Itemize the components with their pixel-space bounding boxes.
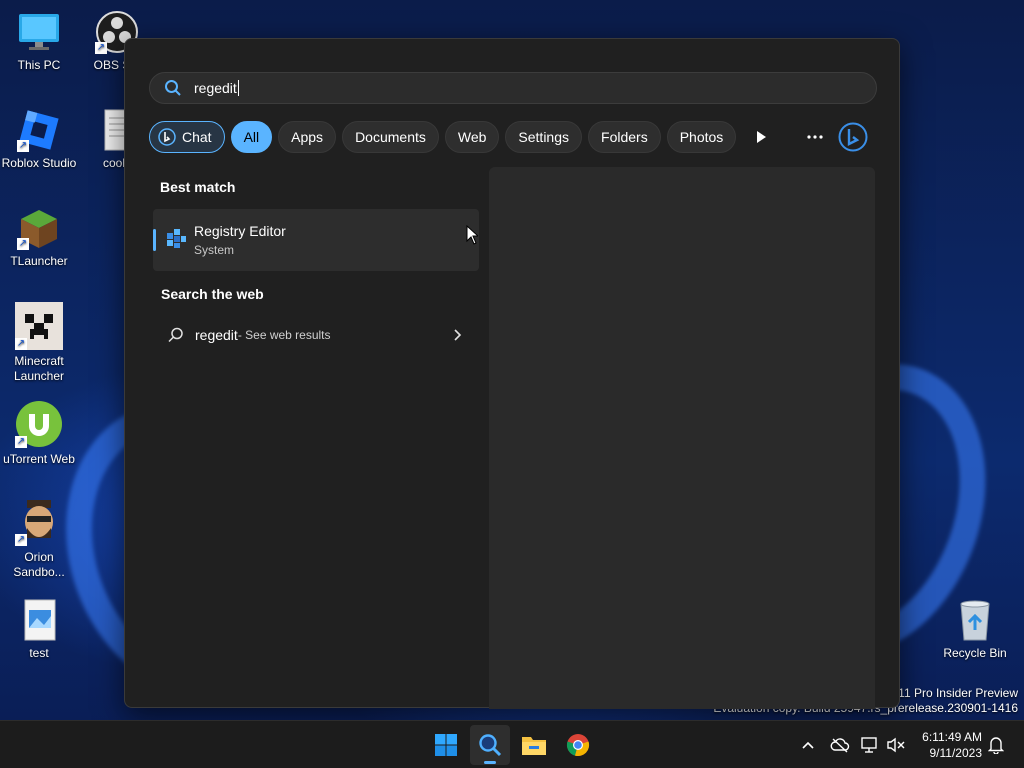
desktop-icon-label: uTorrent Web (3, 452, 75, 466)
filter-chip-label: Settings (518, 129, 570, 145)
desktop-icon-tlauncher[interactable]: ↗ TLauncher (0, 206, 78, 268)
search-icon (167, 326, 185, 344)
volume-tray-button[interactable] (886, 735, 906, 755)
recycle-bin-icon (953, 598, 997, 642)
selection-accent (153, 229, 156, 251)
clock-time: 6:11:49 AM (922, 730, 982, 744)
filter-chip-label: Folders (601, 129, 648, 145)
taskbar-search-button[interactable] (470, 725, 510, 765)
bing-icon (158, 128, 176, 146)
text-caret (237, 80, 239, 96)
windows-logo-icon (435, 734, 457, 756)
search-web-heading: Search the web (161, 286, 264, 302)
shortcut-arrow-icon: ↗ (17, 140, 29, 152)
desktop-icon-this-pc[interactable]: This PC (0, 10, 78, 72)
ellipsis-icon (807, 135, 823, 139)
shortcut-arrow-icon: ↗ (95, 42, 107, 54)
monitor-icon (17, 10, 61, 54)
filter-chip-photos[interactable]: Photos (666, 121, 737, 153)
orion-sandbox-icon: ↗ (15, 498, 63, 546)
image-file-icon (17, 598, 61, 642)
filter-chips: Chat All Apps Documents Web Settings Fol… (149, 121, 737, 153)
more-filters-button[interactable] (745, 121, 777, 153)
speaker-muted-icon (887, 737, 905, 753)
roblox-studio-icon: ↗ (17, 108, 61, 152)
filter-chip-folders[interactable]: Folders (588, 121, 661, 153)
taskbar: 6:11:49 AM 9/11/2023 (0, 720, 1024, 768)
filter-chip-apps[interactable]: Apps (278, 121, 337, 153)
active-indicator (484, 761, 496, 764)
bing-logo-icon (838, 122, 868, 152)
taskbar-chrome[interactable] (558, 725, 598, 765)
chevron-right-icon[interactable] (453, 327, 463, 343)
desktop-icon-label: This PC (17, 58, 61, 72)
desktop-icon-utorrent-web[interactable]: ↗ uTorrent Web (0, 400, 78, 466)
clock-date: 9/11/2023 (929, 746, 983, 760)
taskbar-clock[interactable]: 6:11:49 AM 9/11/2023 (922, 729, 982, 761)
result-web-search[interactable]: regedit - See web results (153, 319, 479, 351)
filter-chip-web[interactable]: Web (444, 121, 500, 153)
watermark-edition: s 11 Pro Insider Preview (888, 686, 1018, 700)
play-icon (757, 131, 766, 143)
filter-chip-label: All (243, 129, 260, 145)
taskbar-file-explorer[interactable] (514, 725, 554, 765)
filter-chip-settings[interactable]: Settings (505, 121, 583, 153)
search-box[interactable]: regedit (149, 72, 877, 104)
network-tray-button[interactable] (860, 735, 880, 755)
search-icon (479, 734, 502, 757)
shortcut-arrow-icon: ↗ (15, 338, 27, 350)
desktop-icon-label: test (29, 646, 49, 660)
desktop-icon-test[interactable]: test (0, 598, 78, 660)
utorrent-icon: ↗ (15, 400, 63, 448)
creeper-icon: ↗ (15, 302, 63, 350)
filter-chip-all[interactable]: All (230, 121, 273, 153)
network-icon (861, 737, 877, 753)
web-search-term: regedit (195, 327, 238, 343)
notifications-button[interactable] (986, 735, 1006, 755)
start-button[interactable] (426, 725, 466, 765)
bing-button[interactable] (837, 121, 869, 153)
bell-icon (988, 737, 1004, 754)
desktop-icon-minecraft-launcher[interactable]: ↗ Minecraft Launcher (0, 302, 78, 384)
start-search-panel: regedit Chat All Apps Documents Web Sett… (124, 38, 900, 709)
result-registry-editor[interactable]: Registry Editor System (153, 209, 479, 271)
search-icon (164, 79, 182, 97)
desktop-icon-orion-sandbox[interactable]: ↗ Orion Sandbo... (0, 498, 78, 580)
web-search-hint: - See web results (237, 328, 331, 342)
shortcut-arrow-icon: ↗ (17, 238, 29, 250)
filter-chip-label: Apps (291, 129, 324, 145)
desktop-icon-label: TLauncher (10, 254, 68, 268)
folder-icon (522, 737, 546, 755)
filter-chip-label: Photos (679, 129, 724, 145)
mouse-cursor-icon (466, 224, 480, 245)
desktop-icon-label: Orion Sandbo... (13, 550, 65, 579)
desktop-icon-label: Roblox Studio (1, 156, 77, 170)
filter-chip-label: Documents (355, 129, 426, 145)
preview-pane (489, 167, 875, 709)
grass-block-icon: ↗ (17, 206, 61, 250)
best-match-heading: Best match (160, 179, 236, 195)
registry-editor-icon (165, 227, 187, 249)
result-title: Registry Editor (194, 223, 286, 239)
desktop-icon-label: Minecraft Launcher (13, 354, 65, 383)
onedrive-tray-button[interactable] (830, 735, 850, 755)
filter-chip-chat[interactable]: Chat (149, 121, 225, 153)
more-options-button[interactable] (799, 121, 831, 153)
filter-chip-documents[interactable]: Documents (342, 121, 439, 153)
desktop-icon-label: Recycle Bin (943, 646, 1007, 660)
cloud-offline-icon (830, 738, 850, 753)
filter-chip-label: Chat (182, 129, 212, 145)
result-subtitle: System (194, 243, 235, 257)
desktop-icon-roblox-studio[interactable]: ↗ Roblox Studio (0, 108, 78, 170)
search-input[interactable]: regedit (194, 80, 237, 96)
filter-chip-label: Web (457, 129, 487, 145)
chrome-icon (566, 734, 590, 757)
desktop-icon-recycle-bin[interactable]: Recycle Bin (936, 598, 1014, 660)
chevron-up-icon (802, 741, 814, 749)
shortcut-arrow-icon: ↗ (15, 534, 27, 546)
shortcut-arrow-icon: ↗ (15, 436, 27, 448)
show-hidden-icons-button[interactable] (798, 735, 818, 755)
